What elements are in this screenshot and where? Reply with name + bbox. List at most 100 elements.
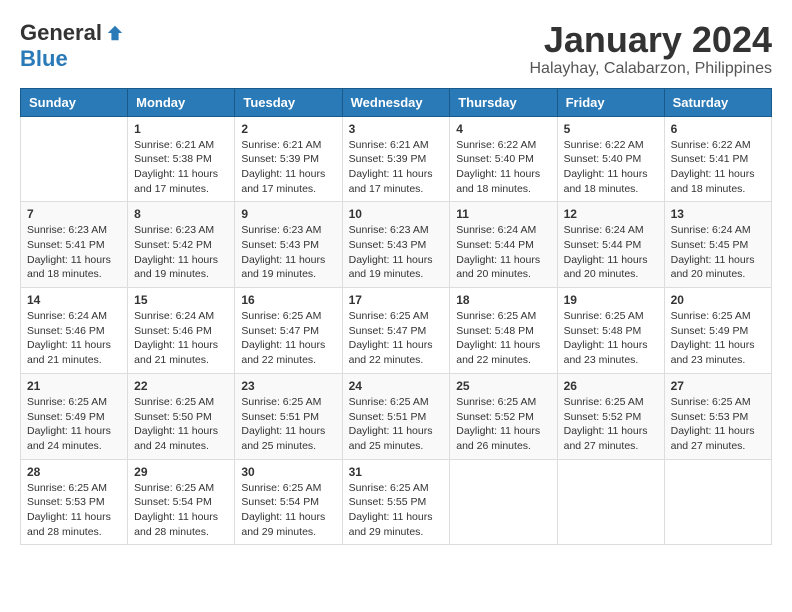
header-thursday: Thursday: [450, 88, 557, 116]
day-info: Sunrise: 6:22 AMSunset: 5:41 PMDaylight:…: [671, 138, 765, 197]
day-info: Sunrise: 6:23 AMSunset: 5:43 PMDaylight:…: [349, 223, 444, 282]
day-number: 7: [27, 207, 121, 221]
day-cell: 25 Sunrise: 6:25 AMSunset: 5:52 PMDayligh…: [450, 373, 557, 459]
day-info: Sunrise: 6:25 AMSunset: 5:51 PMDaylight:…: [241, 395, 335, 454]
day-cell: 21Sunrise: 6:25 AMSunset: 5:49 PMDayligh…: [21, 373, 128, 459]
day-info: Sunrise: 6:25 AMSunset: 5:51 PMDaylight:…: [349, 395, 444, 454]
day-number: 15: [134, 293, 228, 307]
day-cell: 28 Sunrise: 6:25 AMSunset: 5:53 PMDayligh…: [21, 459, 128, 545]
day-cell: 13 Sunrise: 6:24 AMSunset: 5:45 PMDayligh…: [664, 202, 771, 288]
day-number: 4: [456, 122, 550, 136]
page-header: General Blue January 2024 Halayhay, Cala…: [20, 20, 772, 78]
location: Halayhay, Calabarzon, Philippines: [529, 60, 772, 78]
day-cell: 23 Sunrise: 6:25 AMSunset: 5:51 PMDayligh…: [235, 373, 342, 459]
header-friday: Friday: [557, 88, 664, 116]
calendar-header-row: SundayMondayTuesdayWednesdayThursdayFrid…: [21, 88, 772, 116]
day-info: Sunrise: 6:25 AMSunset: 5:49 PMDaylight:…: [671, 309, 765, 368]
day-cell: 4Sunrise: 6:22 AMSunset: 5:40 PMDaylight…: [450, 116, 557, 202]
day-info: Sunrise: 6:21 AMSunset: 5:39 PMDaylight:…: [241, 138, 335, 197]
month-title: January 2024: [529, 20, 772, 60]
day-number: 3: [349, 122, 444, 136]
day-number: 17: [349, 293, 444, 307]
day-cell: 2 Sunrise: 6:21 AMSunset: 5:39 PMDaylight…: [235, 116, 342, 202]
day-cell: 27Sunrise: 6:25 AMSunset: 5:53 PMDayligh…: [664, 373, 771, 459]
header-monday: Monday: [128, 88, 235, 116]
day-cell: 19Sunrise: 6:25 AMSunset: 5:48 PMDayligh…: [557, 288, 664, 374]
day-number: 2: [241, 122, 335, 136]
week-row-4: 28 Sunrise: 6:25 AMSunset: 5:53 PMDayligh…: [21, 459, 772, 545]
week-row-3: 21Sunrise: 6:25 AMSunset: 5:49 PMDayligh…: [21, 373, 772, 459]
day-number: 14: [27, 293, 121, 307]
header-sunday: Sunday: [21, 88, 128, 116]
day-info: Sunrise: 6:25 AMSunset: 5:47 PMDaylight:…: [241, 309, 335, 368]
day-number: 11: [456, 207, 550, 221]
day-cell: 18 Sunrise: 6:25 AMSunset: 5:48 PMDayligh…: [450, 288, 557, 374]
day-info: Sunrise: 6:24 AMSunset: 5:44 PMDaylight:…: [456, 223, 550, 282]
day-info: Sunrise: 6:25 AMSunset: 5:48 PMDaylight:…: [456, 309, 550, 368]
logo-icon: [106, 24, 124, 42]
day-info: Sunrise: 6:24 AMSunset: 5:46 PMDaylight:…: [27, 309, 121, 368]
day-cell: 7 Sunrise: 6:23 AMSunset: 5:41 PMDaylight…: [21, 202, 128, 288]
day-cell: 22Sunrise: 6:25 AMSunset: 5:50 PMDayligh…: [128, 373, 235, 459]
day-info: Sunrise: 6:22 AMSunset: 5:40 PMDaylight:…: [564, 138, 658, 197]
day-info: Sunrise: 6:25 AMSunset: 5:47 PMDaylight:…: [349, 309, 444, 368]
day-number: 25: [456, 379, 550, 393]
day-number: 19: [564, 293, 658, 307]
day-info: Sunrise: 6:24 AMSunset: 5:45 PMDaylight:…: [671, 223, 765, 282]
day-info: Sunrise: 6:25 AMSunset: 5:53 PMDaylight:…: [27, 481, 121, 540]
day-cell: 29 Sunrise: 6:25 AMSunset: 5:54 PMDayligh…: [128, 459, 235, 545]
day-number: 23: [241, 379, 335, 393]
week-row-0: 1 Sunrise: 6:21 AMSunset: 5:38 PMDaylight…: [21, 116, 772, 202]
day-cell: 17 Sunrise: 6:25 AMSunset: 5:47 PMDayligh…: [342, 288, 450, 374]
week-row-1: 7 Sunrise: 6:23 AMSunset: 5:41 PMDaylight…: [21, 202, 772, 288]
day-number: 31: [349, 465, 444, 479]
week-row-2: 14 Sunrise: 6:24 AMSunset: 5:46 PMDayligh…: [21, 288, 772, 374]
day-info: Sunrise: 6:21 AMSunset: 5:39 PMDaylight:…: [349, 138, 444, 197]
day-info: Sunrise: 6:23 AMSunset: 5:42 PMDaylight:…: [134, 223, 228, 282]
day-cell: 10 Sunrise: 6:23 AMSunset: 5:43 PMDayligh…: [342, 202, 450, 288]
day-number: 30: [241, 465, 335, 479]
day-number: 24: [349, 379, 444, 393]
day-cell: 31Sunrise: 6:25 AMSunset: 5:55 PMDayligh…: [342, 459, 450, 545]
day-info: Sunrise: 6:23 AMSunset: 5:41 PMDaylight:…: [27, 223, 121, 282]
day-cell: [664, 459, 771, 545]
day-number: 18: [456, 293, 550, 307]
day-number: 21: [27, 379, 121, 393]
day-cell: 6 Sunrise: 6:22 AMSunset: 5:41 PMDaylight…: [664, 116, 771, 202]
day-info: Sunrise: 6:25 AMSunset: 5:52 PMDaylight:…: [456, 395, 550, 454]
day-info: Sunrise: 6:24 AMSunset: 5:46 PMDaylight:…: [134, 309, 228, 368]
day-number: 6: [671, 122, 765, 136]
title-section: January 2024 Halayhay, Calabarzon, Phili…: [529, 20, 772, 78]
day-number: 12: [564, 207, 658, 221]
day-cell: 26Sunrise: 6:25 AMSunset: 5:52 PMDayligh…: [557, 373, 664, 459]
day-number: 29: [134, 465, 228, 479]
day-info: Sunrise: 6:25 AMSunset: 5:54 PMDaylight:…: [134, 481, 228, 540]
day-cell: 1 Sunrise: 6:21 AMSunset: 5:38 PMDaylight…: [128, 116, 235, 202]
day-cell: 24 Sunrise: 6:25 AMSunset: 5:51 PMDayligh…: [342, 373, 450, 459]
day-number: 13: [671, 207, 765, 221]
day-cell: 30Sunrise: 6:25 AMSunset: 5:54 PMDayligh…: [235, 459, 342, 545]
day-number: 9: [241, 207, 335, 221]
day-cell: [21, 116, 128, 202]
day-info: Sunrise: 6:23 AMSunset: 5:43 PMDaylight:…: [241, 223, 335, 282]
day-number: 28: [27, 465, 121, 479]
day-cell: 8Sunrise: 6:23 AMSunset: 5:42 PMDaylight…: [128, 202, 235, 288]
day-number: 10: [349, 207, 444, 221]
day-number: 5: [564, 122, 658, 136]
day-info: Sunrise: 6:25 AMSunset: 5:52 PMDaylight:…: [564, 395, 658, 454]
day-cell: 15 Sunrise: 6:24 AMSunset: 5:46 PMDayligh…: [128, 288, 235, 374]
logo: General Blue: [20, 20, 124, 72]
day-info: Sunrise: 6:21 AMSunset: 5:38 PMDaylight:…: [134, 138, 228, 197]
day-number: 27: [671, 379, 765, 393]
day-number: 1: [134, 122, 228, 136]
day-cell: 3 Sunrise: 6:21 AMSunset: 5:39 PMDaylight…: [342, 116, 450, 202]
day-cell: 9 Sunrise: 6:23 AMSunset: 5:43 PMDaylight…: [235, 202, 342, 288]
day-cell: [450, 459, 557, 545]
day-cell: 16Sunrise: 6:25 AMSunset: 5:47 PMDayligh…: [235, 288, 342, 374]
day-number: 20: [671, 293, 765, 307]
day-cell: 5 Sunrise: 6:22 AMSunset: 5:40 PMDaylight…: [557, 116, 664, 202]
day-cell: 20 Sunrise: 6:25 AMSunset: 5:49 PMDayligh…: [664, 288, 771, 374]
logo-general-text: General: [20, 20, 102, 46]
day-cell: [557, 459, 664, 545]
header-wednesday: Wednesday: [342, 88, 450, 116]
